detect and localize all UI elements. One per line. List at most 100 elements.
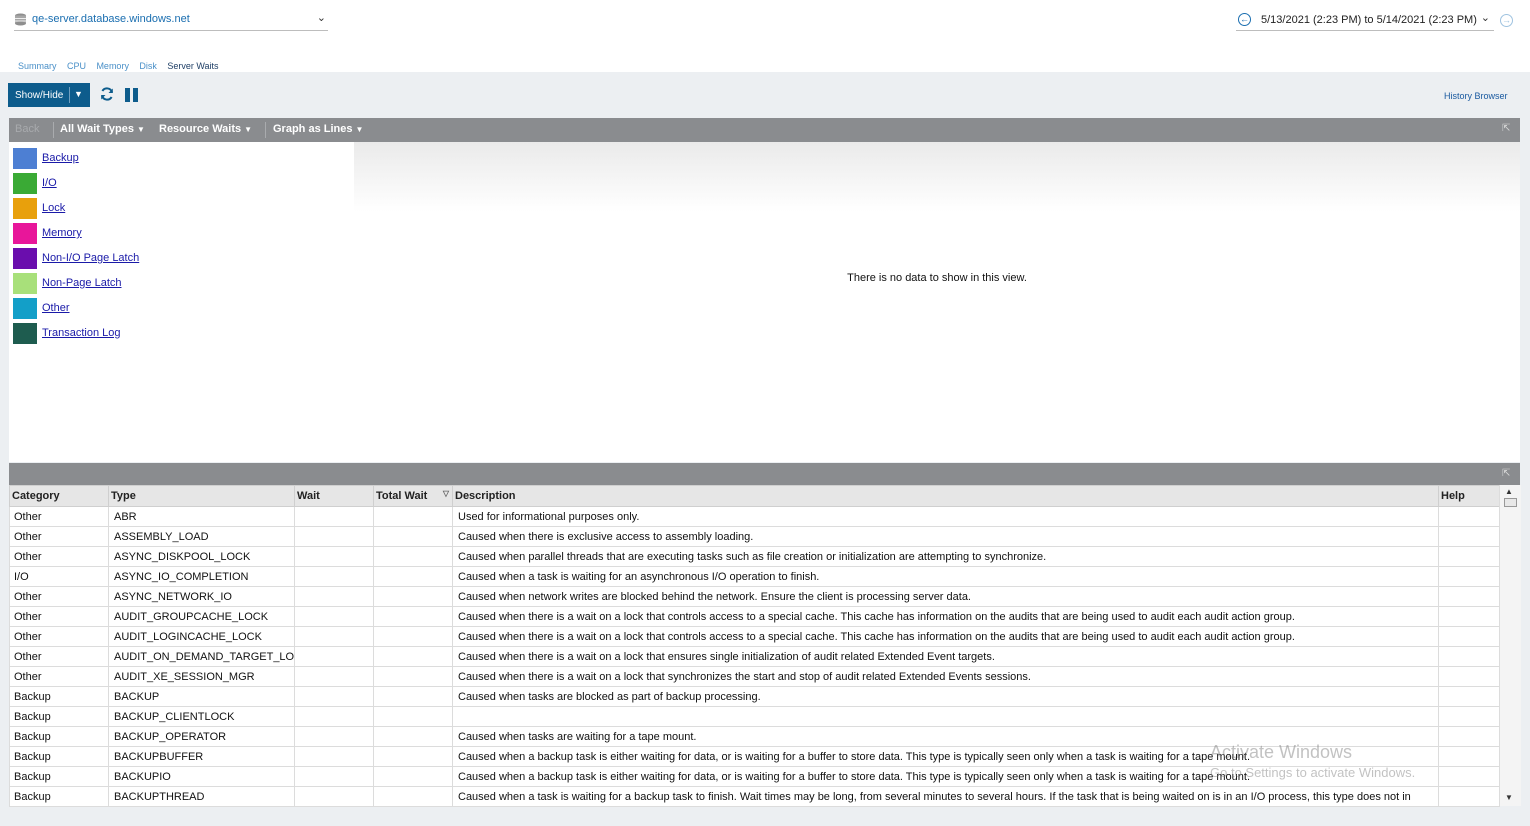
cell-type: BACKUP_OPERATOR xyxy=(108,726,295,747)
cell-wait xyxy=(294,626,374,647)
table-row[interactable]: Backup BACKUPBUFFER Caused when a backup t… xyxy=(9,746,1500,767)
cell-type: ASYNC_IO_COMPLETION xyxy=(108,566,295,587)
column-header-total-wait[interactable]: Total Wait ▽ xyxy=(373,485,453,507)
table-row[interactable]: Other ASYNC_NETWORK_IO Caused when network… xyxy=(9,586,1500,607)
cell-total-wait xyxy=(373,746,453,767)
table-row[interactable]: Backup BACKUP Caused when tasks are blocke… xyxy=(9,686,1500,707)
table-row[interactable]: Other AUDIT_GROUPCACHE_LOCK Caused when th… xyxy=(9,606,1500,627)
cell-total-wait xyxy=(373,526,453,547)
sort-descending-icon[interactable]: ▽ xyxy=(443,489,449,498)
wait-chart-panel: Back All Wait Types ▼ Resource Waits ▼ Gra… xyxy=(9,118,1520,462)
expand-icon[interactable]: ⇱ xyxy=(1502,468,1510,479)
scrollbar-thumb[interactable] xyxy=(1504,498,1517,507)
table-row[interactable]: Backup BACKUPTHREAD Caused when a task is … xyxy=(9,786,1500,807)
legend-swatch xyxy=(13,273,37,294)
legend-link-transaction-log[interactable]: Transaction Log xyxy=(42,327,120,339)
cell-help xyxy=(1438,746,1500,767)
cell-description xyxy=(452,706,1439,727)
expand-icon[interactable]: ⇱ xyxy=(1502,123,1510,134)
toolbar-divider xyxy=(53,122,54,138)
legend-link-memory[interactable]: Memory xyxy=(42,227,82,239)
caret-down-icon[interactable]: ▼ xyxy=(74,89,83,99)
column-header-help[interactable]: Help xyxy=(1438,485,1500,507)
cell-total-wait xyxy=(373,786,453,807)
cell-category: Other xyxy=(9,606,109,627)
cell-type: BACKUPIO xyxy=(108,766,295,787)
table-row[interactable]: Other AUDIT_LOGINCACHE_LOCK Caused when th… xyxy=(9,626,1500,647)
table-row[interactable]: Backup BACKUPIO Caused when a backup task … xyxy=(9,766,1500,787)
scroll-up-icon[interactable]: ▲ xyxy=(1505,487,1513,496)
cell-total-wait xyxy=(373,766,453,787)
vertical-scrollbar[interactable]: ▲ ▼ xyxy=(1499,485,1521,806)
cell-type: BACKUPBUFFER xyxy=(108,746,295,767)
cell-total-wait xyxy=(373,726,453,747)
pause-icon[interactable] xyxy=(125,88,139,102)
resource-waits-label: Resource Waits xyxy=(159,123,242,135)
cell-category: Backup xyxy=(9,746,109,767)
cell-wait xyxy=(294,566,374,587)
column-label: Type xyxy=(111,490,136,502)
graph-mode-label: Graph as Lines xyxy=(273,123,353,135)
cell-description: Caused when a backup task is either wait… xyxy=(452,766,1439,787)
column-header-wait[interactable]: Wait xyxy=(294,485,374,507)
caret-down-icon: ▼ xyxy=(244,125,253,134)
refresh-icon[interactable] xyxy=(99,86,115,102)
cell-help xyxy=(1438,526,1500,547)
column-label: Total Wait xyxy=(376,490,428,502)
previous-arrow-icon[interactable]: ← xyxy=(1238,13,1251,26)
column-header-category[interactable]: Category xyxy=(9,485,109,507)
cell-total-wait xyxy=(373,586,453,607)
cell-wait xyxy=(294,526,374,547)
table-row[interactable]: Other AUDIT_XE_SESSION_MGR Caused when the… xyxy=(9,666,1500,687)
cell-description: Caused when tasks are waiting for a tape… xyxy=(452,726,1439,747)
cell-type: AUDIT_ON_DEMAND_TARGET_LOC xyxy=(108,646,295,667)
toolbar-divider xyxy=(265,122,266,138)
legend-link-lock[interactable]: Lock xyxy=(42,202,65,214)
cell-wait xyxy=(294,586,374,607)
cell-type: BACKUPTHREAD xyxy=(108,786,295,807)
cell-wait xyxy=(294,646,374,667)
table-row[interactable]: Backup BACKUP_CLIENTLOCK xyxy=(9,706,1500,727)
table-row[interactable]: Backup BACKUP_OPERATOR Caused when tasks a… xyxy=(9,726,1500,747)
legend-link-other[interactable]: Other xyxy=(42,302,70,314)
chevron-down-icon[interactable]: ⌄ xyxy=(1481,11,1490,24)
chevron-down-icon[interactable]: ⌄ xyxy=(317,11,326,24)
resource-waits-dropdown[interactable]: Resource Waits ▼ xyxy=(159,123,252,135)
cell-type: ASSEMBLY_LOAD xyxy=(108,526,295,547)
legend-link-io[interactable]: I/O xyxy=(42,177,57,189)
back-button[interactable]: Back xyxy=(15,123,39,135)
table-row[interactable]: Other AUDIT_ON_DEMAND_TARGET_LOC Caused wh… xyxy=(9,646,1500,667)
table-row[interactable]: Other ABR Used for informational purposes … xyxy=(9,506,1500,527)
column-header-description[interactable]: Description xyxy=(452,485,1439,507)
next-arrow-icon[interactable]: → xyxy=(1500,14,1513,27)
legend-link-non-io-page-latch[interactable]: Non-I/O Page Latch xyxy=(42,252,139,264)
cell-type: AUDIT_XE_SESSION_MGR xyxy=(108,666,295,687)
cell-category: Backup xyxy=(9,786,109,807)
cell-wait xyxy=(294,706,374,727)
cell-description: Caused when tasks are blocked as part of… xyxy=(452,686,1439,707)
table-row[interactable]: Other ASSEMBLY_LOAD Caused when there is e… xyxy=(9,526,1500,547)
wait-types-dropdown[interactable]: All Wait Types ▼ xyxy=(60,123,145,135)
legend-swatch xyxy=(13,248,37,269)
column-label: Category xyxy=(12,490,60,502)
legend-link-backup[interactable]: Backup xyxy=(42,152,79,164)
cell-help xyxy=(1438,686,1500,707)
wait-types-label: All Wait Types xyxy=(60,123,134,135)
show-hide-button[interactable]: Show/Hide ▼ xyxy=(8,83,90,107)
cell-description: Caused when network writes are blocked b… xyxy=(452,586,1439,607)
table-row[interactable]: Other ASYNC_DISKPOOL_LOCK Caused when para… xyxy=(9,546,1500,567)
cell-category: Other xyxy=(9,666,109,687)
server-selector[interactable]: qe-server.database.windows.net ⌄ xyxy=(14,10,328,31)
graph-mode-dropdown[interactable]: Graph as Lines ▼ xyxy=(273,123,363,135)
table-row[interactable]: I/O ASYNC_IO_COMPLETION Caused when a task… xyxy=(9,566,1500,587)
history-browser-link[interactable]: History Browser xyxy=(1444,91,1508,101)
column-header-type[interactable]: Type xyxy=(108,485,295,507)
legend-swatch xyxy=(13,148,37,169)
cell-category: I/O xyxy=(9,566,109,587)
date-range-selector[interactable]: ← 5/13/2021 (2:23 PM) to 5/14/2021 (2:23… xyxy=(1236,10,1494,31)
legend-link-non-page-latch[interactable]: Non-Page Latch xyxy=(42,277,122,289)
scroll-down-icon[interactable]: ▼ xyxy=(1505,793,1513,802)
cell-category: Other xyxy=(9,506,109,527)
legend-swatch xyxy=(13,198,37,219)
date-range-text: 5/13/2021 (2:23 PM) to 5/14/2021 (2:23 P… xyxy=(1261,14,1477,26)
